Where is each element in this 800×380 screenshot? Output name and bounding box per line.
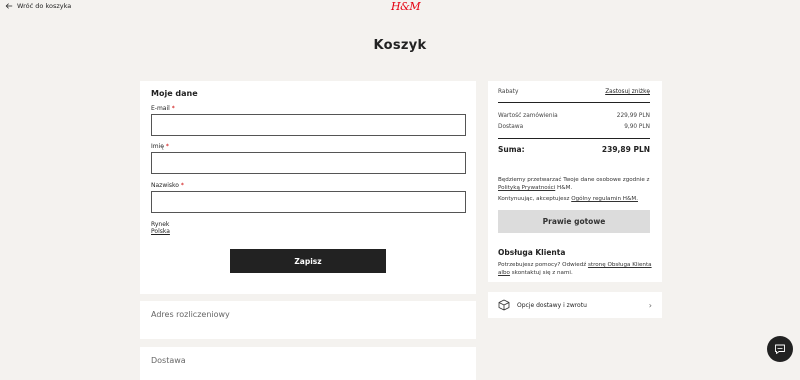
discount-row: Rabaty Zastosuj zniżkę <box>498 89 650 95</box>
page-title: Koszyk <box>373 38 427 53</box>
shipping-row: Dostawa 9,90 PLN <box>498 124 650 130</box>
divider <box>498 102 650 103</box>
market-label: Rynek <box>151 221 170 228</box>
terms-note: Kontynuując, akceptujesz Ogólny regulami… <box>498 196 638 202</box>
back-label: Wróć do koszyka <box>17 2 72 10</box>
chevron-right-icon: › <box>648 300 652 310</box>
first-name-field[interactable] <box>151 152 466 174</box>
back-to-cart-link[interactable]: Wróć do koszyka <box>5 2 71 10</box>
personal-data-card: Moje dane E-mail * Imię * Nazwisko * Ryn… <box>140 81 476 294</box>
section-title-moje-dane: Moje dane <box>151 89 198 98</box>
customer-service-title: Obsługa Klienta <box>498 248 566 257</box>
order-value-row: Wartość zamówienia 229,99 PLN <box>498 113 650 119</box>
terms-link[interactable]: Ogólny regulamin H&M. <box>571 196 638 202</box>
email-label: E-mail * <box>151 105 175 112</box>
total-value: 239,89 PLN <box>601 145 650 154</box>
market-link[interactable]: Polska <box>151 228 170 235</box>
arrow-left-icon <box>5 3 13 9</box>
privacy-note: Będziemy przetwarzać Twoje dane osobowe … <box>498 177 650 191</box>
billing-address-card[interactable]: Adres rozliczeniowy <box>140 301 476 339</box>
delivery-options-label: Opcje dostawy i zwrotu <box>517 301 587 309</box>
delivery-card[interactable]: Dostawa <box>140 347 476 380</box>
total-row: Suma: 239,89 PLN <box>498 145 650 154</box>
apply-discount-link[interactable]: Zastosuj zniżkę <box>605 89 650 95</box>
customer-service-text: Potrzebujesz pomocy? Odwiedź stronę Obsł… <box>498 262 652 276</box>
contact-link[interactable]: albo <box>498 270 510 276</box>
section-title-adres: Adres rozliczeniowy <box>151 310 230 319</box>
top-bar: Wróć do koszyka H&M <box>0 0 800 16</box>
order-summary-card: Rabaty Zastosuj zniżkę Wartość zamówieni… <box>488 81 662 282</box>
divider <box>498 138 650 139</box>
delivery-options-row[interactable]: Opcje dostawy i zwrotu › <box>488 292 662 318</box>
chat-button[interactable] <box>767 336 793 362</box>
email-field[interactable] <box>151 114 466 136</box>
chat-icon <box>775 344 785 354</box>
order-value: 229,99 PLN <box>616 113 650 119</box>
hm-logo[interactable]: H&M <box>391 0 421 13</box>
imie-label: Imię * <box>151 143 169 150</box>
section-title-dostawa: Dostawa <box>151 356 186 365</box>
privacy-policy-link[interactable]: Polityką Prywatności <box>498 185 555 191</box>
shipping-value: 9,90 PLN <box>624 124 650 130</box>
discount-label: Rabaty <box>498 89 519 95</box>
last-name-field[interactable] <box>151 191 466 213</box>
save-button[interactable]: Zapisz <box>230 249 386 273</box>
package-icon <box>498 299 510 311</box>
customer-service-link[interactable]: stronę Obsługa Klienta <box>588 262 652 268</box>
nazwisko-label: Nazwisko * <box>151 182 184 189</box>
almost-done-button[interactable]: Prawie gotowe <box>498 210 650 233</box>
